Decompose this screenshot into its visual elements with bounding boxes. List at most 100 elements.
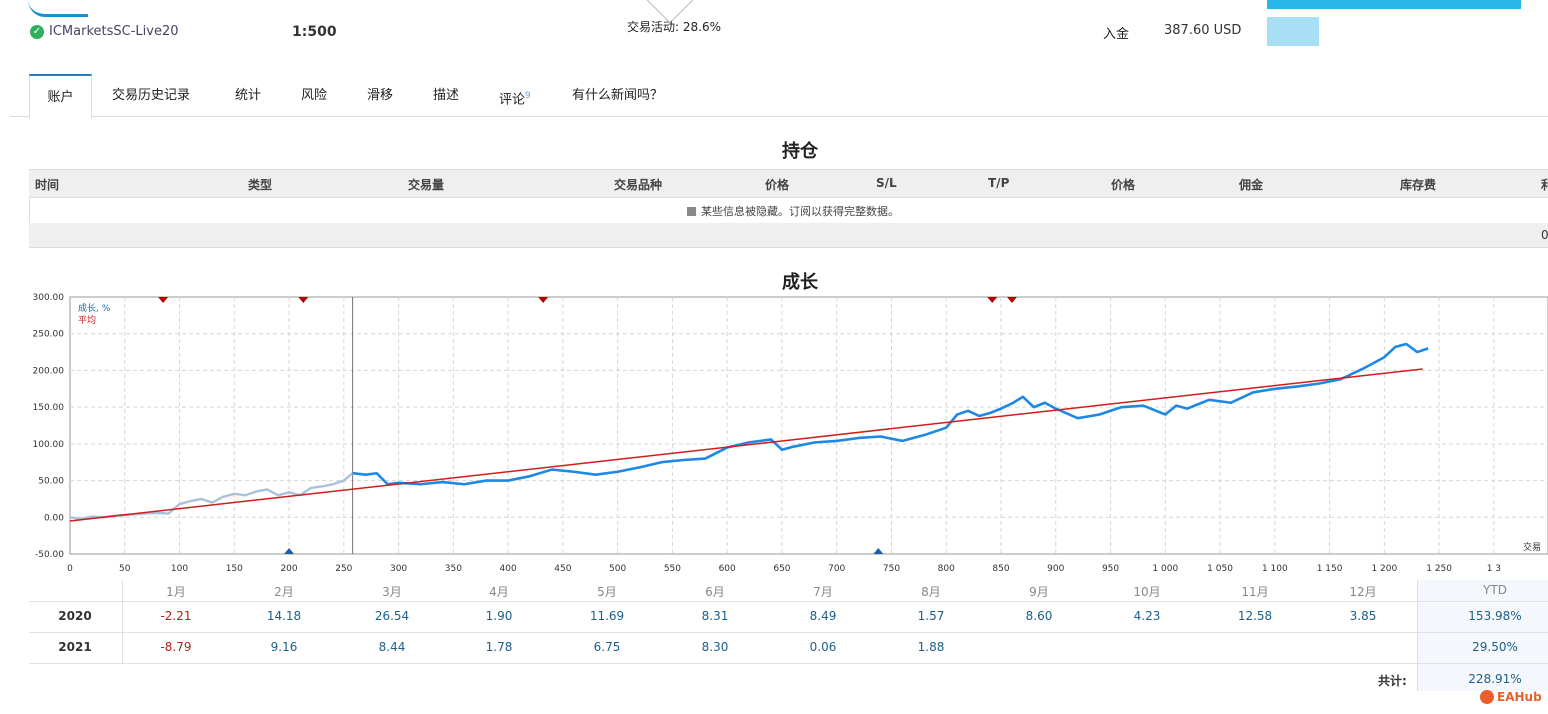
x-tick-label: 1 100 (1262, 564, 1288, 574)
month-header: 5月 (597, 585, 617, 599)
deposit-bar (1267, 17, 1319, 46)
year-col-divider (122, 580, 123, 664)
tab-news[interactable]: 有什么新闻吗？ (572, 74, 663, 116)
month-header: 2月 (274, 585, 294, 599)
y-tick-label: 200.00 (33, 366, 65, 376)
tab-reviews-label: 评论 (499, 92, 526, 108)
y-tick-label: -50.00 (35, 550, 64, 560)
tab-bar-border (10, 116, 1548, 117)
x-tick-label: 800 (938, 564, 955, 574)
monthly-return-cell: 3.85 (1349, 609, 1377, 623)
monthly-return-cell: 12.58 (1237, 609, 1273, 623)
monthly-return-cell: 8.31 (701, 609, 729, 623)
col-tp: T/P (988, 176, 1010, 190)
ytd-value: 153.98% (1468, 609, 1522, 623)
month-header: 10月 (1133, 585, 1161, 599)
monthly-return-cell: 4.23 (1133, 609, 1161, 623)
top-accent-line (28, 0, 88, 17)
col-commission: 佣金 (1239, 178, 1264, 192)
col-price-current: 价格 (1111, 178, 1136, 192)
y-tick-label: 150.00 (33, 403, 65, 413)
monthly-return-cell: -8.79 (160, 640, 192, 654)
x-tick-label: 450 (554, 564, 571, 574)
col-swap: 库存费 (1400, 178, 1437, 192)
tab-statistics[interactable]: 统计 (235, 74, 261, 116)
positions-footer-row (29, 223, 1548, 248)
x-tick-label: 700 (828, 564, 845, 574)
x-tick-label: 400 (500, 564, 517, 574)
tab-reviews[interactable]: 评论9 (499, 74, 531, 116)
monthly-return-cell: 14.18 (266, 609, 302, 623)
x-tick-label: 300 (390, 564, 407, 574)
verified-check-icon: ✓ (30, 25, 44, 39)
y-tick-label: 250.00 (33, 330, 65, 340)
year-label: 2020 (58, 609, 92, 623)
y-tick-label: 300.00 (33, 293, 65, 303)
tab-description[interactable]: 描述 (433, 74, 459, 116)
x-tick-label: 1 200 (1371, 564, 1397, 574)
plot-frame (69, 296, 1548, 555)
x-tick-label: 50 (119, 564, 131, 574)
tab-trade-history[interactable]: 交易历史记录 (112, 74, 190, 116)
monthly-return-cell: 11.69 (589, 609, 625, 623)
col-price-open: 价格 (765, 178, 790, 192)
tab-account[interactable]: 账户 (29, 74, 92, 119)
month-header: 11月 (1241, 585, 1269, 599)
leverage-value: 1:500 (292, 24, 337, 40)
balance-bar (1267, 0, 1521, 9)
eahub-logo-icon (1480, 690, 1494, 704)
ytd-header: YTD (1483, 583, 1507, 597)
total-value: 228.91% (1468, 672, 1522, 686)
x-tick-label: 150 (226, 564, 243, 574)
month-header: 7月 (813, 585, 833, 599)
tab-risk[interactable]: 风险 (301, 74, 327, 116)
legend-growth: 成长, % (78, 302, 111, 314)
monthly-return-cell: 8.49 (809, 609, 837, 623)
info-icon (687, 207, 696, 216)
x-tick-label: 900 (1047, 564, 1064, 574)
y-tick-label: 100.00 (33, 440, 65, 450)
x-tick-label: 100 (171, 564, 188, 574)
y-tick-label: 0.00 (44, 513, 64, 523)
x-tick-label: 1 050 (1207, 564, 1233, 574)
monthly-return-cell: 1.88 (917, 640, 945, 654)
monthly-return-cell: -2.21 (160, 609, 192, 623)
col-volume: 交易量 (408, 178, 445, 192)
month-header: 9月 (1029, 585, 1049, 599)
col-symbol: 交易品种 (614, 178, 663, 192)
x-tick-label: 950 (1102, 564, 1119, 574)
x-tick-label: 1 3 (1487, 564, 1501, 574)
x-tick-label: 600 (719, 564, 736, 574)
x-axis-label: 交易 (1523, 541, 1541, 553)
monthly-return-cell: 1.78 (485, 640, 513, 654)
monthly-divider (29, 601, 1548, 602)
x-tick-label: 850 (992, 564, 1009, 574)
month-header: 3月 (382, 585, 402, 599)
growth-chart[interactable]: 300.00 250.00 200.00 150.00 100.00 50.00 0.00 -… (0, 288, 1548, 578)
x-tick-label: 250 (335, 564, 352, 574)
x-tick-label: 0 (67, 564, 73, 574)
x-tick-label: 350 (445, 564, 462, 574)
monthly-return-cell: 6.75 (593, 640, 621, 654)
positions-title: 持仓 (782, 141, 818, 162)
x-tick-label: 650 (773, 564, 790, 574)
positions-total-profit: 0 (1541, 228, 1548, 242)
hidden-info-message[interactable]: 某些信息被隐藏。订阅以获得完整数据。 (687, 203, 899, 219)
eahub-text: EAHub (1497, 690, 1542, 704)
year-label: 2021 (58, 640, 92, 654)
col-type: 类型 (248, 178, 273, 192)
monthly-return-cell: 1.57 (917, 609, 945, 623)
monthly-return-cell: 8.30 (701, 640, 729, 654)
monthly-return-cell: 1.90 (485, 609, 513, 623)
x-tick-label: 550 (664, 564, 681, 574)
tab-slippage[interactable]: 滑移 (367, 74, 393, 116)
col-time: 时间 (35, 178, 60, 192)
x-tick-label: 1 250 (1426, 564, 1452, 574)
broker-name[interactable]: ICMarketsSC-Live20 (49, 24, 178, 39)
month-header: 8月 (921, 585, 941, 599)
y-tick-label: 50.00 (38, 477, 64, 487)
total-label: 共计: (1378, 674, 1407, 688)
monthly-return-cell: 8.44 (378, 640, 406, 654)
eahub-watermark: EAHub (1480, 690, 1542, 704)
x-tick-label: 1 000 (1152, 564, 1178, 574)
